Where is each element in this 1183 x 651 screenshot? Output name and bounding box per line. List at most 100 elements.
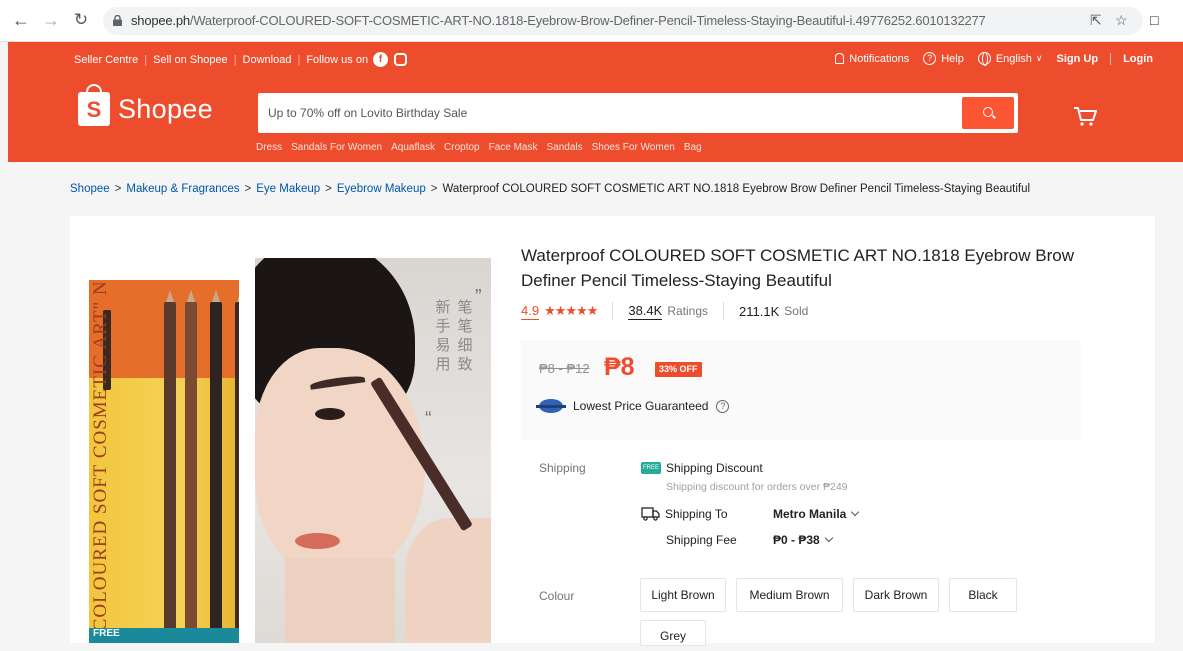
model-eye — [315, 408, 345, 420]
shipping-fee-label: Shipping Fee — [666, 533, 737, 547]
language-label: English — [995, 52, 1032, 65]
separator: | — [297, 53, 301, 66]
keyword-link[interactable]: Sandals For Women — [291, 142, 382, 153]
colour-option-light-brown[interactable]: Light Brown — [640, 578, 726, 612]
chevron-down-icon — [824, 533, 833, 543]
keyword-link[interactable]: Sandals — [547, 142, 583, 153]
breadcrumb-separator: > — [244, 183, 252, 195]
rating-value[interactable]: 4.9 — [521, 303, 540, 320]
help-link[interactable]: ? Help — [923, 52, 964, 65]
notifications-link[interactable]: Notifications — [835, 53, 909, 65]
help-label: Help — [941, 52, 964, 65]
pencil-black — [210, 290, 222, 643]
breadcrumb-separator: > — [325, 183, 332, 195]
sell-on-shopee-link[interactable]: Sell on Shopee — [153, 54, 228, 66]
discount-badge: 33% OFF — [655, 362, 702, 377]
box-label-text: "COLOURED SOFT COSMETIC ART" NO.1818 — [90, 280, 111, 640]
language-selector[interactable]: English ∨ — [977, 52, 1043, 66]
bookmark-star-icon[interactable]: ☆ — [1115, 12, 1128, 29]
follow-us-label: Follow us on — [306, 53, 369, 66]
divider — [612, 302, 614, 320]
shipping-to-value: Metro Manila — [773, 507, 847, 521]
cart-icon[interactable] — [1072, 104, 1098, 128]
shopee-logo[interactable]: S Shopee — [78, 84, 213, 126]
breadcrumb-current: Waterproof COLOURED SOFT COSMETIC ART NO… — [442, 183, 1031, 195]
sold-count: 211.1K — [739, 303, 780, 319]
pencil-light-brown — [164, 290, 176, 643]
keyword-link[interactable]: Shoes For Women — [592, 142, 675, 153]
breadcrumb: Shopee > Makeup & Fragrances > Eye Makeu… — [70, 183, 1030, 195]
notifications-label: Notifications — [849, 52, 910, 65]
shopee-bag-icon: S — [78, 84, 110, 126]
shipping-discount-title: Shipping Discount — [666, 461, 763, 475]
bell-icon — [835, 53, 845, 64]
product-title: Waterproof COLOURED SOFT COSMETIC ART NO… — [521, 246, 1074, 290]
original-price: ₱8 - ₱12 — [539, 361, 590, 376]
guarantee-label: Lowest Price Guaranteed — [573, 399, 709, 413]
colour-option-grey[interactable]: Grey — [640, 620, 706, 646]
product-image-box[interactable]: "COLOURED SOFT COSMETIC ART" NO.1818 FRE… — [89, 280, 239, 643]
seller-centre-link[interactable]: Seller Centre — [74, 54, 138, 66]
back-arrow-icon[interactable]: ← — [10, 9, 32, 31]
sign-up-link[interactable]: Sign Up — [1057, 53, 1099, 65]
top-bar: Seller Centre | Sell on Shopee | Downloa… — [8, 42, 1183, 76]
reload-icon[interactable]: ↻ — [70, 9, 92, 31]
info-icon[interactable]: ? — [716, 399, 730, 413]
search-bar: Up to 70% off on Lovito Birthday Sale — [258, 93, 1018, 133]
url-text: shopee.ph/Waterproof-COLOURED-SOFT-COSME… — [131, 13, 986, 28]
keyword-link[interactable]: Dress — [256, 142, 282, 153]
shipping-to: Shipping To — [641, 507, 728, 521]
keyword-link[interactable]: Croptop — [444, 142, 480, 153]
lock-icon — [113, 15, 122, 26]
chinese-caption: 新手易用 笔笔细致 — [435, 298, 473, 374]
quote-mark: “ — [425, 408, 432, 430]
shipping-to-label: Shipping To — [665, 507, 728, 521]
model-neck — [285, 558, 395, 643]
search-button[interactable] — [962, 97, 1014, 129]
breadcrumb-separator: > — [114, 183, 122, 195]
facebook-icon[interactable]: f — [373, 52, 389, 67]
login-link[interactable]: Login — [1123, 53, 1153, 65]
shipping-fee-selector[interactable]: ₱0 - ₱38 — [773, 533, 833, 547]
search-input[interactable]: Up to 70% off on Lovito Birthday Sale — [268, 106, 467, 120]
product-image-model[interactable]: ” 新手易用 笔笔细致 “ — [255, 258, 491, 643]
download-link[interactable]: Download — [243, 54, 292, 66]
globe-icon — [977, 52, 991, 66]
free-badge: FREE — [89, 628, 239, 643]
keyword-link[interactable]: Aquaflask — [391, 142, 435, 153]
sold-label: Sold — [784, 304, 809, 318]
chinese-caption-col: 新手易用 — [435, 299, 451, 373]
instagram-icon[interactable] — [394, 53, 408, 66]
breadcrumb-shopee[interactable]: Shopee — [70, 183, 110, 195]
breadcrumb-makeup-fragrances[interactable]: Makeup & Fragrances — [126, 183, 239, 195]
search-keywords: Dress Sandals For Women Aquaflask Cropto… — [256, 142, 711, 153]
truck-icon — [641, 507, 660, 521]
address-bar[interactable]: shopee.ph/Waterproof-COLOURED-SOFT-COSME… — [103, 7, 1143, 35]
model-hand — [405, 518, 491, 643]
keyword-link[interactable]: Bag — [684, 142, 702, 153]
site-header: Seller Centre | Sell on Shopee | Downloa… — [8, 42, 1183, 162]
model-lips — [295, 533, 340, 549]
colour-option-dark-brown[interactable]: Dark Brown — [853, 578, 939, 612]
lowest-price-guarantee: Lowest Price Guaranteed ? — [536, 399, 730, 413]
colour-label: Colour — [539, 589, 575, 603]
pencil-medium-brown — [185, 290, 197, 643]
separator — [1110, 52, 1112, 65]
keyword-link[interactable]: Face Mask — [489, 142, 538, 153]
shipping-to-selector[interactable]: Metro Manila — [773, 507, 860, 521]
ratings-count[interactable]: 38.4K — [628, 303, 663, 320]
logo-wordmark: Shopee — [118, 93, 213, 124]
forward-arrow-icon[interactable]: → — [40, 9, 62, 31]
breadcrumb-eye-makeup[interactable]: Eye Makeup — [256, 183, 320, 195]
chevron-down-icon — [851, 507, 860, 517]
rating-stars-icon: ★★★★★ — [544, 303, 598, 318]
colour-option-black[interactable]: Black — [949, 578, 1017, 612]
divider — [723, 302, 725, 320]
chinese-caption-col: 笔笔细致 — [457, 299, 473, 373]
colour-option-medium-brown[interactable]: Medium Brown — [736, 578, 843, 612]
share-icon[interactable]: ⇱ — [1090, 12, 1102, 29]
browser-toolbar: ← → ↻ shopee.ph/Waterproof-COLOURED-SOFT… — [0, 0, 1183, 42]
sidepanel-icon[interactable]: □ — [1150, 12, 1158, 28]
breadcrumb-eyebrow-makeup[interactable]: Eyebrow Makeup — [337, 183, 426, 195]
top-bar-links: Seller Centre | Sell on Shopee | Downloa… — [74, 52, 408, 67]
